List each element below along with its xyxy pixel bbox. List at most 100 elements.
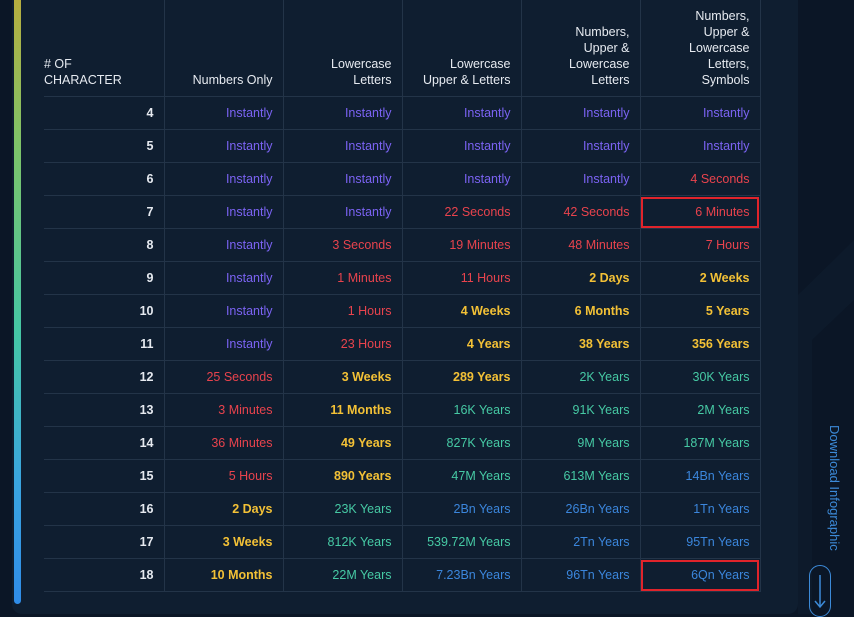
crack-time-cell: 95Tn Years — [639, 525, 761, 559]
crack-time-cell: Instantly — [282, 129, 402, 163]
table-row: 18 10 Months 22M Years 7.23Bn Years 96Tn Yea… — [44, 558, 761, 592]
crack-time-cell: Instantly — [163, 129, 283, 163]
crack-time-cell: 1 Minutes — [282, 261, 402, 295]
crack-time-cell: Instantly — [282, 162, 402, 196]
header-line: Symbols — [701, 73, 750, 87]
table-row: 16 2 Days 23K Years 2Bn Years 26Bn Years 1Tn … — [44, 492, 761, 526]
header-line: Upper & Letters — [422, 73, 511, 87]
arrow-down-icon[interactable] — [809, 565, 831, 617]
crack-time-cell: 3 Weeks — [282, 360, 402, 394]
crack-time-cell: 2M Years — [639, 393, 761, 427]
crack-time-cell: Instantly — [163, 327, 283, 361]
download-infographic-button[interactable]: Download Infographic — [807, 425, 842, 617]
table-body: 4 Instantly Instantly Instantly Instantly Ins… — [44, 96, 761, 592]
download-infographic-label: Download Infographic — [827, 425, 842, 551]
crack-time-cell: 1 Hours — [282, 294, 402, 328]
header-line: CHARACTER — [44, 73, 122, 87]
crack-time-cell: 3 Seconds — [282, 228, 402, 262]
char-count-cell: 9 — [44, 261, 164, 295]
table-row: 6 Instantly Instantly Instantly Instantly 4 S… — [44, 162, 761, 196]
char-count-cell: 13 — [44, 393, 164, 427]
table-row: 4 Instantly Instantly Instantly Instantly Ins… — [44, 96, 761, 130]
table-row: 7 Instantly Instantly 22 Seconds 42 Seconds 6… — [44, 195, 761, 229]
table-row: 10 Instantly 1 Hours 4 Weeks 6 Months 5 Years — [44, 294, 761, 328]
crack-time-cell: 890 Years — [282, 459, 402, 493]
crack-time-cell: 2Bn Years — [401, 492, 521, 526]
crack-time-cell: 7 Hours — [639, 228, 761, 262]
header-line: Upper & — [583, 41, 630, 55]
crack-time-cell: 187M Years — [639, 426, 761, 460]
table-header-row: # OF CHARACTER Numbers Only Lowercase Letter… — [44, 0, 761, 97]
char-count-cell: 8 — [44, 228, 164, 262]
crack-time-cell: 5 Hours — [163, 459, 283, 493]
crack-time-cell: 613M Years — [520, 459, 640, 493]
header-col-4: Numbers, Upper & Lowercase Letters — [520, 0, 640, 97]
crack-time-cell: 4 Weeks — [401, 294, 521, 328]
table-header: # OF CHARACTER Numbers Only Lowercase Letter… — [44, 0, 761, 97]
crack-time-cell: 6Qn Years — [639, 558, 761, 592]
crack-time-cell: 6 Minutes — [639, 195, 761, 229]
crack-time-cell: 289 Years — [401, 360, 521, 394]
table-row: 17 3 Weeks 812K Years 539.72M Years 2Tn Year… — [44, 525, 761, 559]
char-count-cell: 7 — [44, 195, 164, 229]
table-row: 12 25 Seconds 3 Weeks 289 Years 2K Years 30K … — [44, 360, 761, 394]
crack-time-cell: 356 Years — [639, 327, 761, 361]
header-line: Numbers, — [695, 9, 750, 23]
crack-time-cell: Instantly — [282, 96, 402, 130]
crack-time-cell: Instantly — [639, 96, 761, 130]
crack-time-cell: 47M Years — [401, 459, 521, 493]
header-line: Letters, — [707, 57, 750, 71]
char-count-cell: 10 — [44, 294, 164, 328]
crack-time-cell: 6 Months — [520, 294, 640, 328]
header-line: Numbers Only — [192, 73, 273, 87]
crack-time-cell: 49 Years — [282, 426, 402, 460]
crack-time-cell: 23 Hours — [282, 327, 402, 361]
crack-time-cell: 91K Years — [520, 393, 640, 427]
crack-time-cell: Instantly — [163, 261, 283, 295]
crack-time-cell: 3 Minutes — [163, 393, 283, 427]
crack-time-cell: Instantly — [401, 129, 521, 163]
header-line: Numbers, — [575, 25, 630, 39]
header-line: Letters — [353, 73, 392, 87]
crack-time-cell: 7.23Bn Years — [401, 558, 521, 592]
crack-time-cell: 3 Weeks — [163, 525, 283, 559]
crack-time-cell: 22M Years — [282, 558, 402, 592]
crack-time-cell: 11 Months — [282, 393, 402, 427]
crack-time-cell: Instantly — [163, 228, 283, 262]
crack-time-cell: 16K Years — [401, 393, 521, 427]
char-count-cell: 18 — [44, 558, 164, 592]
table-row: 11 Instantly 23 Hours 4 Years 38 Years 356 Ye… — [44, 327, 761, 361]
header-line: # OF — [44, 57, 72, 71]
char-count-cell: 4 — [44, 96, 164, 130]
crack-time-cell: Instantly — [163, 162, 283, 196]
table-row: 5 Instantly Instantly Instantly Instantly Ins… — [44, 129, 761, 163]
crack-time-cell: 19 Minutes — [401, 228, 521, 262]
header-col-5: Numbers, Upper & Lowercase Letters, Symbols — [639, 0, 761, 97]
char-count-cell: 14 — [44, 426, 164, 460]
char-count-cell: 11 — [44, 327, 164, 361]
crack-time-cell: 1Tn Years — [639, 492, 761, 526]
crack-time-cell: Instantly — [163, 96, 283, 130]
table-row: 9 Instantly 1 Minutes 11 Hours 2 Days 2 Weeks — [44, 261, 761, 295]
crack-time-cell: Instantly — [163, 195, 283, 229]
crack-time-cell: Instantly — [520, 129, 640, 163]
header-line: Lowercase — [689, 41, 750, 55]
crack-time-cell: 4 Years — [401, 327, 521, 361]
password-crack-time-table: # OF CHARACTER Numbers Only Lowercase Letter… — [44, 0, 761, 592]
header-line: Lowercase — [331, 57, 392, 71]
crack-time-cell: 2K Years — [520, 360, 640, 394]
crack-time-cell: 10 Months — [163, 558, 283, 592]
crack-time-cell: Instantly — [163, 294, 283, 328]
header-col-2: Lowercase Letters — [282, 0, 402, 97]
crack-time-cell: Instantly — [401, 162, 521, 196]
header-col-1: Numbers Only — [163, 0, 283, 97]
header-line: Lowercase — [569, 57, 630, 71]
crack-time-cell: 38 Years — [520, 327, 640, 361]
gradient-accent-bar — [14, 0, 21, 604]
crack-time-cell: 48 Minutes — [520, 228, 640, 262]
header-line: Upper & — [703, 25, 750, 39]
crack-time-cell: 812K Years — [282, 525, 402, 559]
crack-time-cell: Instantly — [401, 96, 521, 130]
crack-time-cell: 42 Seconds — [520, 195, 640, 229]
char-count-cell: 6 — [44, 162, 164, 196]
